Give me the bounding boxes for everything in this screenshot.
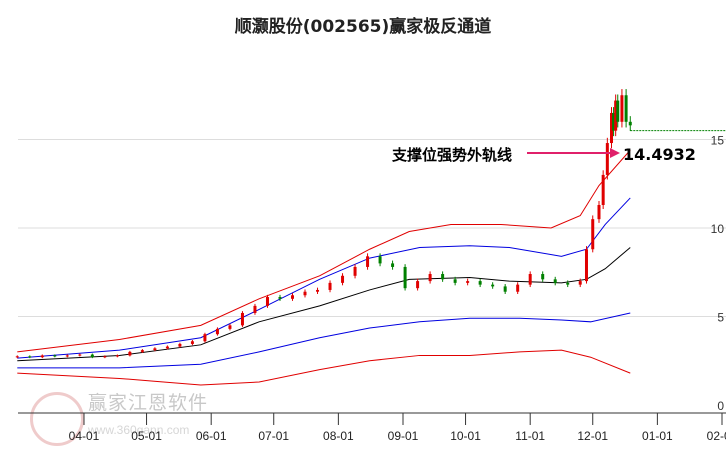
candle-body [441, 274, 445, 280]
candle-body [628, 121, 632, 126]
candle-body [303, 291, 307, 296]
candle-body [516, 284, 520, 292]
x-tick-label: 05-01 [131, 429, 162, 443]
candle-body [15, 356, 19, 358]
x-tick-label: 01-01 [642, 429, 673, 443]
candle-body [541, 274, 545, 280]
y-tick-label: 0 [717, 399, 724, 413]
candle-body [328, 282, 332, 290]
x-tick-label: 11-01 [515, 429, 545, 443]
candle-body [190, 341, 194, 344]
candle-body [601, 174, 605, 205]
y-tick-label: 10 [711, 222, 725, 236]
candle-body [503, 286, 507, 292]
candle-body [28, 356, 32, 358]
candle-body [597, 204, 601, 220]
candle-body [240, 312, 244, 326]
band-line-upper-inner [17, 197, 631, 359]
candle-body [215, 328, 219, 335]
chart-container: 顺灏股份(002565)赢家极反通道 赢家江恩软件 www.360gann.co… [0, 0, 726, 450]
x-tick-label: 09-01 [388, 429, 419, 443]
candle-body [278, 297, 282, 299]
annotation-label: 支撑位强势外轨线 [392, 146, 513, 164]
candle-body [228, 325, 232, 329]
annotation-arrow-head [610, 148, 620, 158]
candle-body [620, 95, 624, 122]
annotation-value: 14.4932 [623, 145, 696, 164]
candle-body [90, 354, 94, 358]
candle-body [453, 279, 457, 283]
candle-body [178, 343, 182, 347]
candle-body [584, 249, 588, 282]
candle-body [491, 284, 495, 287]
candle-body [128, 351, 132, 356]
candle-body [291, 295, 294, 299]
candle-body [65, 355, 69, 357]
candle-body [378, 256, 382, 264]
candle-body [478, 281, 482, 285]
candle-body [140, 350, 144, 352]
plot-area: 0 5 10 15 04-01 05-01 06-01 07-01 08-01 09-01 10-0… [15, 89, 726, 443]
x-tick-label: 10-01 [450, 429, 481, 443]
candle-body [466, 281, 470, 283]
candle-body [428, 274, 432, 282]
candle-body [78, 354, 82, 356]
x-tick-label: 06-01 [196, 429, 227, 443]
x-tick-label: 07-01 [258, 429, 289, 443]
candle-body [528, 274, 532, 285]
candle-body [265, 297, 269, 306]
candle-body [391, 263, 395, 267]
x-tick-label: 08-01 [323, 429, 354, 443]
candle-body [624, 95, 628, 122]
band-line-middle [17, 247, 631, 362]
x-tick-label: 04-01 [69, 429, 100, 443]
band-line-upper-outer [17, 149, 631, 353]
candle-body [165, 346, 169, 349]
candle-body [316, 289, 320, 292]
y-tick-label: 5 [717, 311, 724, 325]
candle-body [53, 355, 57, 357]
candle-body [353, 266, 357, 276]
x-tick-label: 02-01 [707, 429, 726, 443]
candle-body [553, 279, 557, 283]
candle-body [416, 281, 420, 289]
candle-body [103, 356, 107, 358]
candle-body [366, 256, 370, 267]
candle-body [115, 355, 119, 357]
candle-body [40, 355, 44, 358]
candle-body [253, 305, 257, 313]
candle-body [566, 282, 570, 285]
candle-body [591, 219, 595, 250]
candle-body [153, 348, 157, 351]
candle-body [341, 275, 345, 283]
candle-body [403, 266, 407, 289]
candle-body [605, 143, 609, 175]
candle-body [616, 100, 620, 122]
candle-body [203, 334, 207, 342]
x-tick-label: 12-01 [577, 429, 608, 443]
candle-body [578, 281, 582, 285]
y-tick-label: 15 [711, 134, 725, 148]
